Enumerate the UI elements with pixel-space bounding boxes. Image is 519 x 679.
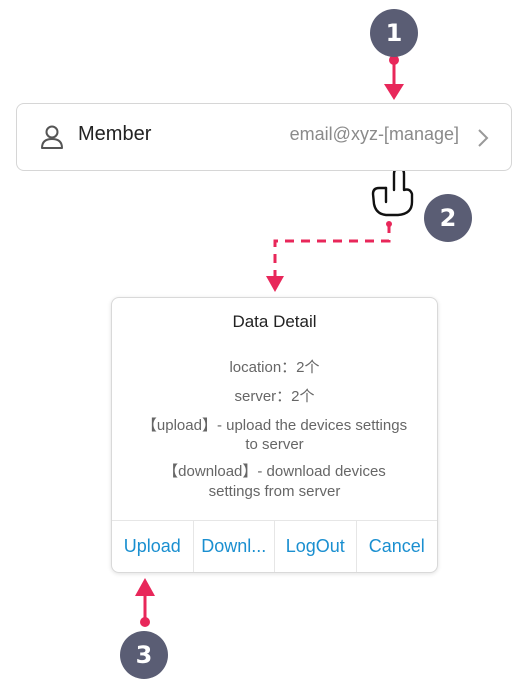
- member-email-manage[interactable]: email@xyz-[manage]: [290, 124, 459, 145]
- upload-description-line-1: 【upload】- upload the devices settings: [141, 417, 408, 434]
- step-badge-3: 3: [120, 631, 168, 679]
- location-count: location：2个: [229, 359, 320, 376]
- chevron-right-icon: [478, 129, 489, 147]
- member-label: Member: [78, 123, 152, 145]
- cancel-button[interactable]: Cancel: [355, 521, 438, 572]
- upload-button[interactable]: Upload: [112, 521, 193, 572]
- user-icon: [41, 125, 63, 149]
- logout-button[interactable]: LogOut: [274, 521, 356, 572]
- step-badge-2: 2: [424, 194, 472, 242]
- arrow-to-member: [384, 55, 404, 100]
- upload-description-line-2: to server: [245, 436, 304, 453]
- dashed-connector: [266, 221, 392, 292]
- step-badge-1: 1: [370, 9, 418, 57]
- download-description-line-1: 【download】- download devices: [163, 463, 386, 480]
- arrow-to-upload: [135, 578, 155, 627]
- data-detail-dialog: Data Detail location：2个 server：2个 【uploa…: [111, 297, 438, 573]
- dialog-actions: Upload Downl... LogOut Cancel: [112, 520, 437, 572]
- download-button[interactable]: Downl...: [192, 521, 275, 572]
- download-description-line-2: settings from server: [208, 483, 341, 500]
- dialog-title: Data Detail: [232, 312, 317, 331]
- server-count: server：2个: [234, 388, 315, 405]
- member-row[interactable]: Member email@xyz-[manage]: [16, 103, 512, 171]
